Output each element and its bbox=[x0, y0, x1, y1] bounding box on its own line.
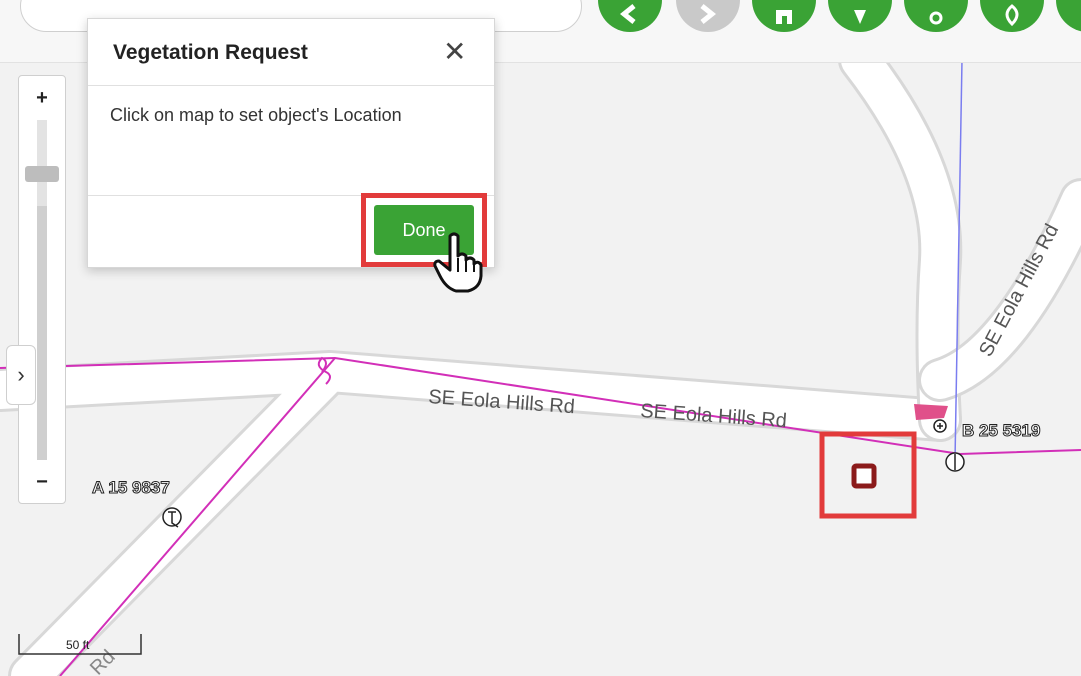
zoom-control: + − bbox=[18, 75, 66, 504]
vegetation-request-dialog: Vegetation Request ✕ Click on map to set… bbox=[87, 18, 495, 268]
scale-bar: 50 ft bbox=[18, 630, 142, 658]
pole-b-icon[interactable] bbox=[945, 452, 965, 472]
scale-label: 50 ft bbox=[66, 638, 90, 652]
dialog-title: Vegetation Request bbox=[113, 41, 308, 64]
panel-toggle-button[interactable]: › bbox=[6, 345, 36, 405]
home-icon bbox=[776, 10, 792, 24]
location-marker-icon[interactable] bbox=[851, 463, 877, 489]
zoom-slider-handle[interactable] bbox=[25, 166, 59, 182]
zoom-track-fill bbox=[37, 206, 47, 460]
vegetation-button[interactable] bbox=[980, 0, 1044, 32]
forward-button[interactable] bbox=[676, 0, 740, 32]
zoom-in-button[interactable]: + bbox=[19, 78, 65, 118]
asset-label-b: B 25 5319 bbox=[962, 421, 1040, 440]
asset-label-a: A 15 9837 bbox=[92, 478, 170, 497]
back-button[interactable] bbox=[598, 0, 662, 32]
hand-cursor-icon bbox=[433, 232, 483, 293]
dialog-divider bbox=[88, 85, 494, 86]
forward-icon bbox=[700, 4, 717, 24]
zoom-out-button[interactable]: − bbox=[19, 462, 65, 502]
back-icon bbox=[619, 4, 636, 24]
vegetation-icon bbox=[1005, 4, 1019, 26]
pole-a-icon[interactable] bbox=[162, 507, 182, 528]
edit-button[interactable] bbox=[904, 0, 968, 32]
location-button[interactable] bbox=[828, 0, 892, 32]
location-icon bbox=[854, 10, 866, 24]
edit-icon bbox=[929, 11, 943, 25]
dialog-message: Click on map to set object's Location bbox=[110, 105, 402, 125]
home-button[interactable] bbox=[752, 0, 816, 32]
close-icon[interactable]: ✕ bbox=[443, 35, 466, 68]
more-button[interactable] bbox=[1056, 0, 1081, 32]
